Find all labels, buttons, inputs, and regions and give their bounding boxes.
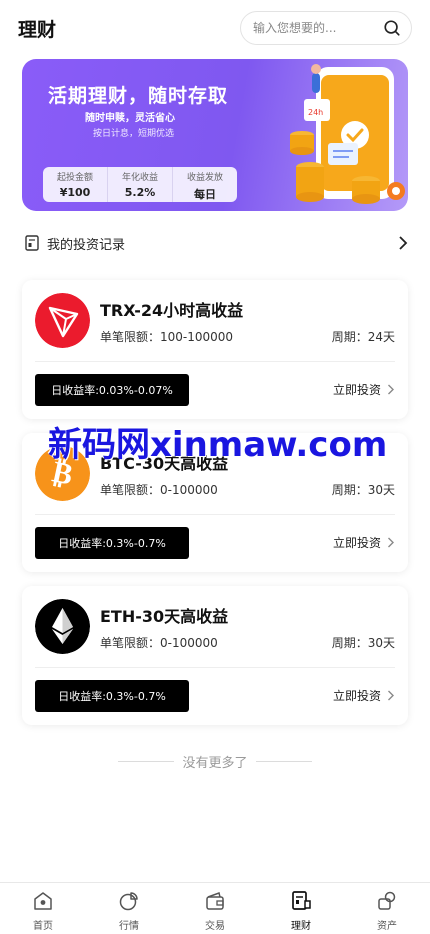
tab-label: 理财 (291, 921, 311, 932)
banner-stats: 起投金额 ¥100 年化收益 5.2% 收益发放 每日 (43, 167, 237, 202)
end-of-list: 没有更多了 (0, 752, 430, 771)
stat-value: 5.2% (124, 186, 156, 199)
product-period: 周期：30天 (331, 483, 395, 497)
daily-rate-badge: 日收益率:0.3%-0.7% (35, 680, 189, 712)
document-icon (25, 235, 39, 251)
tab-trade[interactable]: 交易 (172, 883, 258, 934)
phone-finance-illustration: 24h (290, 64, 405, 204)
tab-label: 交易 (205, 921, 225, 932)
home-icon (34, 892, 52, 910)
stat-payout: 收益发放 每日 (173, 167, 237, 202)
no-more-label: 没有更多了 (182, 756, 248, 771)
daily-rate-badge: 日收益率:0.3%-0.7% (35, 527, 189, 559)
bottom-tab-bar: 首页 行情 交易 理财 资产 (0, 882, 430, 934)
banner-subtitle: 随时申赎，灵活省心 (85, 113, 175, 124)
stat-min-amount: 起投金额 ¥100 (43, 167, 108, 202)
banner-title: 活期理财，随时存取 (48, 85, 229, 107)
product-period: 周期：30天 (331, 636, 395, 650)
product-name: TRX-24小时高收益 (100, 301, 244, 320)
tab-assets[interactable]: 资产 (344, 883, 430, 934)
divider (35, 514, 395, 515)
tab-label: 行情 (119, 921, 139, 932)
eth-coin-icon (35, 599, 90, 654)
product-limit: 单笔限额：0-100000 (100, 636, 218, 650)
investment-records-link[interactable]: 我的投资记录 (22, 226, 408, 260)
header: 理财 (0, 0, 430, 56)
invest-now-button[interactable]: 立即投资 (333, 687, 395, 704)
stat-label: 年化收益 (121, 173, 158, 183)
stat-annual-yield: 年化收益 5.2% (108, 167, 173, 202)
chevron-right-icon (399, 236, 408, 250)
page-title: 理财 (18, 18, 57, 41)
divider (255, 761, 312, 762)
records-label: 我的投资记录 (47, 237, 126, 253)
chevron-right-icon (388, 690, 394, 701)
trx-coin-icon (35, 293, 90, 348)
product-period: 周期：24天 (331, 330, 395, 344)
invest-now-button[interactable]: 立即投资 (333, 381, 395, 398)
invest-now-label: 立即投资 (332, 536, 381, 550)
product-card-eth[interactable]: ETH-30天高收益 单笔限额：0-100000 周期：30天 日收益率:0.3… (22, 586, 408, 725)
tab-market[interactable]: 行情 (86, 883, 172, 934)
market-icon (119, 892, 138, 911)
daily-rate-badge: 日收益率:0.03%-0.07% (35, 374, 189, 406)
product-limit: 单笔限额：100-100000 (100, 330, 234, 344)
stat-value: 每日 (194, 188, 216, 201)
product-card-trx[interactable]: TRX-24小时高收益 单笔限额：100-100000 周期：24天 日收益率:… (22, 280, 408, 419)
promo-banner[interactable]: 活期理财，随时存取 随时申赎，灵活省心 按日计息，短期优选 起投金额 ¥100 … (22, 59, 408, 211)
chevron-right-icon (388, 537, 394, 548)
svg-text:24h: 24h (308, 108, 323, 117)
stat-value: ¥100 (59, 186, 91, 199)
tab-label: 首页 (33, 921, 53, 932)
wallet-icon (206, 892, 224, 910)
invest-now-label: 立即投资 (332, 689, 381, 703)
finance-icon (292, 891, 311, 910)
tab-home[interactable]: 首页 (0, 883, 86, 934)
stat-label: 收益发放 (186, 173, 223, 183)
product-name: ETH-30天高收益 (100, 607, 229, 626)
tab-finance[interactable]: 理财 (258, 883, 344, 934)
watermark-text: 新码网xinmaw.com (48, 425, 388, 465)
tab-label: 资产 (377, 921, 397, 932)
divider (35, 361, 395, 362)
divider (35, 667, 395, 668)
invest-now-label: 立即投资 (332, 383, 381, 397)
search-icon[interactable] (383, 19, 401, 37)
divider (118, 761, 175, 762)
invest-now-button[interactable]: 立即投资 (333, 534, 395, 551)
search-box[interactable] (240, 11, 412, 45)
stat-label: 起投金额 (56, 173, 93, 183)
assets-icon (378, 891, 396, 910)
product-limit: 单笔限额：0-100000 (100, 483, 218, 497)
chevron-right-icon (388, 384, 394, 395)
search-input[interactable] (253, 21, 383, 35)
banner-note: 按日计息，短期优选 (93, 129, 175, 139)
